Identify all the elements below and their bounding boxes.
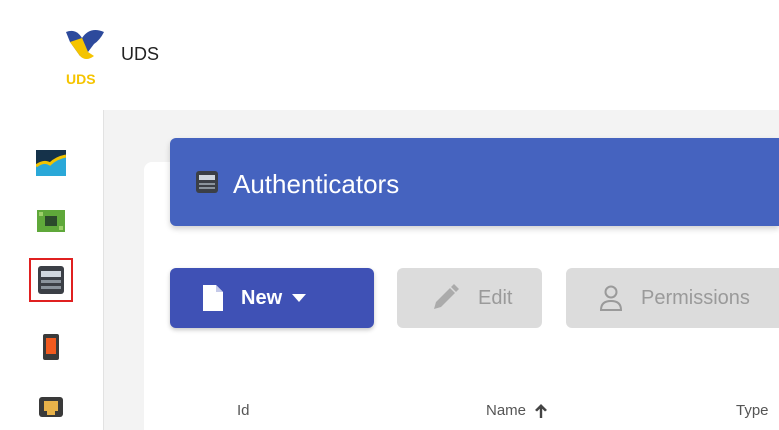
new-button[interactable]: New: [170, 268, 374, 328]
edit-button[interactable]: Edit: [397, 268, 542, 328]
server-rack-icon: [196, 171, 218, 193]
top-bar: UDS UDS: [0, 0, 779, 110]
uds-logo[interactable]: UDS: [60, 26, 116, 88]
sidebar-item-authenticators[interactable]: [29, 258, 73, 302]
file-icon: [203, 285, 223, 311]
column-header-name-label: Name: [486, 402, 527, 419]
dashboard-chart-icon: [36, 150, 66, 176]
pencil-icon: [434, 284, 459, 309]
sidebar: [0, 110, 104, 430]
permissions-button[interactable]: Permissions: [566, 268, 779, 328]
sidebar-item-dashboard[interactable]: [33, 145, 69, 181]
sidebar-item-services[interactable]: [33, 203, 69, 239]
orange-device-icon: [43, 334, 59, 360]
logo-text: UDS: [66, 71, 96, 87]
page-title: Authenticators: [233, 169, 400, 199]
network-port-icon: [39, 397, 63, 417]
page-header: Authenticators: [170, 138, 779, 226]
user-icon: [599, 285, 623, 311]
column-header-id[interactable]: Id: [237, 402, 250, 419]
circuit-board-icon: [37, 210, 65, 232]
edit-button-label: Edit: [478, 286, 513, 309]
sidebar-item-transports[interactable]: [33, 329, 69, 365]
sort-arrow-up-icon: [535, 403, 548, 418]
server-rack-icon: [38, 266, 64, 294]
app-title: UDS: [121, 44, 160, 64]
column-header-name[interactable]: Name: [486, 402, 548, 419]
caret-down-icon: [292, 294, 307, 302]
permissions-button-label: Permissions: [641, 286, 750, 309]
column-header-type[interactable]: Type: [736, 402, 769, 419]
sidebar-item-networks[interactable]: [33, 388, 69, 424]
new-button-label: New: [241, 286, 283, 309]
